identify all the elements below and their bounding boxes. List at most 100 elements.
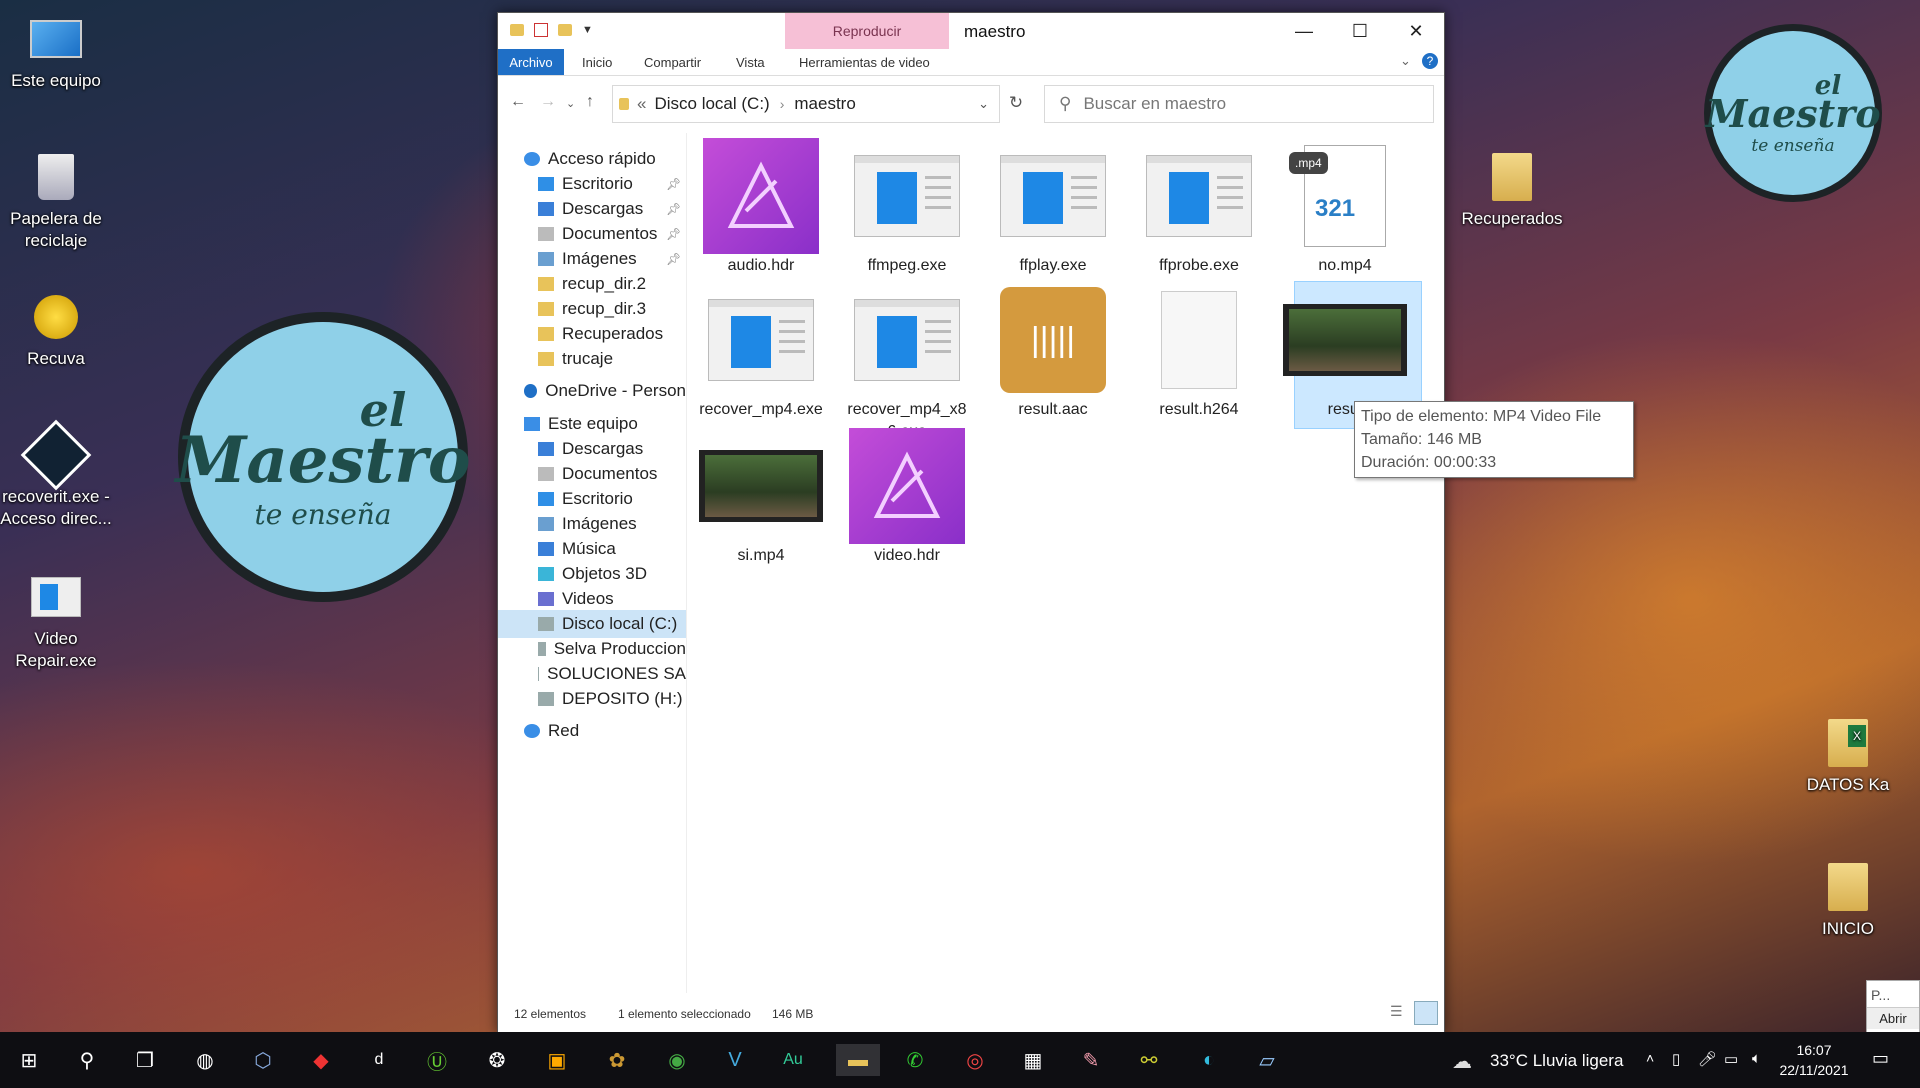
nav-item-recup-dir-3[interactable]: recup_dir.3 <box>498 295 686 323</box>
back-arrow-icon[interactable]: ← <box>510 93 526 111</box>
file-item-ffplay-exe[interactable]: ffplay.exe <box>990 137 1116 277</box>
file-item-resul[interactable]: resul <box>1282 281 1408 421</box>
desktop-icon-right-0[interactable]: Recuperados <box>1456 150 1568 230</box>
recent-chevron-icon[interactable]: ⌄ <box>566 97 575 110</box>
desktop-icon-right-1[interactable]: X DATOS Ka <box>1792 716 1904 796</box>
app-davinci-icon[interactable]: d <box>362 1044 396 1076</box>
forward-arrow-icon[interactable]: → <box>540 93 556 111</box>
app-3d-box-icon[interactable]: ⬡ <box>246 1044 280 1076</box>
nav-item-imágenes[interactable]: Imágenes <box>498 510 686 538</box>
new-folder-icon[interactable] <box>558 24 572 36</box>
calculator-icon[interactable]: ▦ <box>1016 1044 1050 1076</box>
app-ulauncher-icon[interactable]: Ⓤ <box>420 1044 454 1076</box>
maximize-button[interactable]: ☐ <box>1332 13 1388 49</box>
minimize-button[interactable]: — <box>1276 13 1332 49</box>
large-icons-view-icon[interactable] <box>1414 1001 1438 1025</box>
side-popup-open-button[interactable]: Abrir <box>1867 1007 1919 1029</box>
desktop-icon-2[interactable]: Recuva <box>0 290 112 370</box>
tray-device-icon[interactable]: ▯ <box>1672 1050 1680 1068</box>
app-link-icon[interactable]: ⚯ <box>1132 1044 1166 1076</box>
close-button[interactable]: ✕ <box>1388 13 1444 49</box>
nav-item-deposito-h-[interactable]: DEPOSITO (H:) <box>498 685 686 713</box>
nav-item-trucaje[interactable]: trucaje <box>498 345 686 373</box>
app-red-icon[interactable]: ◆ <box>304 1044 338 1076</box>
file-item-si-mp4[interactable]: si.mp4 <box>698 427 824 567</box>
chrome-icon[interactable]: ◉ <box>660 1044 694 1076</box>
nav-item-documentos[interactable]: Documentos <box>498 460 686 488</box>
tray-chevron-icon[interactable]: ˄ <box>1646 1050 1654 1066</box>
nav-item-onedrive-person[interactable]: OneDrive - Person <box>498 377 686 405</box>
file-item-video-hdr[interactable]: video.hdr <box>844 427 970 567</box>
app-paint-icon[interactable]: ✎ <box>1074 1044 1108 1076</box>
ribbon-expand-icon[interactable]: ⌄ <box>1400 53 1411 69</box>
app-vegas-icon[interactable]: V <box>718 1044 752 1076</box>
desktop-icon-0[interactable]: Este equipo <box>0 12 112 92</box>
nav-item-descargas[interactable]: Descargas <box>498 435 686 463</box>
nav-item-descargas[interactable]: Descargas 📌︎ <box>498 195 686 223</box>
nav-item-recup-dir-2[interactable]: recup_dir.2 <box>498 270 686 298</box>
file-item-recover-mp4-exe[interactable]: recover_mp4.exe <box>698 281 824 421</box>
desktop-icon-3[interactable]: recoverit.exe - Acceso direc... <box>0 419 112 530</box>
nav-item-videos[interactable]: Videos <box>498 585 686 613</box>
nav-item-disco-local-c-[interactable]: Disco local (C:) <box>498 610 686 638</box>
file-item-result-h264[interactable]: result.h264 <box>1136 281 1262 421</box>
weather-text[interactable]: 33°C Lluvia ligera <box>1490 1051 1623 1071</box>
nav-item-este-equipo[interactable]: Este equipo <box>498 410 686 438</box>
app-fruit-icon[interactable]: ✿ <box>600 1044 634 1076</box>
file-item-ffmpeg-exe[interactable]: ffmpeg.exe <box>844 137 970 277</box>
tab-herramientas-video[interactable]: Herramientas de video <box>799 55 930 70</box>
desktop-icon-1[interactable]: Papelera de reciclaje <box>0 150 112 252</box>
volume-icon[interactable]: 🔈︎ <box>1752 1050 1761 1067</box>
desktop-icon-right-2[interactable]: INICIO <box>1792 860 1904 940</box>
tab-archivo[interactable]: Archivo <box>498 49 564 75</box>
nav-item-red[interactable]: Red <box>498 717 686 745</box>
task-view-icon[interactable]: ❐ <box>128 1044 162 1076</box>
breadcrumb-disco-local[interactable]: Disco local (C:) <box>654 94 769 114</box>
app-phone-icon[interactable]: ✆ <box>898 1044 932 1076</box>
tab-inicio[interactable]: Inicio <box>582 55 612 70</box>
refresh-button[interactable]: ↻ <box>998 85 1034 121</box>
audition-icon[interactable]: Au <box>776 1044 810 1076</box>
nav-item-objetos-3d[interactable]: Objetos 3D <box>498 560 686 588</box>
search-input[interactable]: ⚲ Buscar en maestro <box>1044 85 1434 123</box>
up-arrow-icon[interactable]: ↑ <box>586 93 594 111</box>
nav-item-escritorio[interactable]: Escritorio 📌︎ <box>498 170 686 198</box>
file-item-recover-mp4-x86-exe[interactable]: recover_mp4_x86.exe <box>844 281 970 443</box>
start-windows-icon[interactable]: ⊞ <box>12 1044 46 1076</box>
nav-item-selva-produccion[interactable]: Selva Produccion <box>498 635 686 663</box>
app-terminal-icon[interactable]: ▣ <box>540 1044 574 1076</box>
context-tab-reproducir[interactable]: Reproducir <box>785 13 949 49</box>
file-item-audio-hdr[interactable]: audio.hdr <box>698 137 824 277</box>
folder-icon[interactable] <box>510 24 524 36</box>
nav-item-imágenes[interactable]: Imágenes 📌︎ <box>498 245 686 273</box>
nav-item-escritorio[interactable]: Escritorio <box>498 485 686 513</box>
search-icon[interactable]: ⚲ <box>70 1044 104 1076</box>
app-notepad-icon[interactable]: ▱ <box>1250 1044 1284 1076</box>
microphone-icon[interactable]: 🎤︎ <box>1698 1050 1717 1068</box>
file-item-ffprobe-exe[interactable]: ffprobe.exe <box>1136 137 1262 277</box>
breadcrumb-maestro[interactable]: maestro <box>794 94 855 114</box>
app-aperture-icon[interactable]: ❂ <box>480 1044 514 1076</box>
nav-item-acceso-rápido[interactable]: Acceso rápido <box>498 145 686 173</box>
tab-compartir[interactable]: Compartir <box>644 55 701 70</box>
nav-item-recuperados[interactable]: Recuperados <box>498 320 686 348</box>
details-view-icon[interactable]: ☰ <box>1390 1003 1403 1020</box>
weather-icon[interactable]: ☁ <box>1452 1049 1472 1074</box>
desktop-icon-4[interactable]: Video Repair.exe <box>0 570 112 672</box>
address-bar[interactable]: « Disco local (C:) › maestro ⌄ <box>612 85 1000 123</box>
tab-vista[interactable]: Vista <box>736 55 765 70</box>
properties-icon[interactable] <box>534 23 548 37</box>
nav-item-documentos[interactable]: Documentos 📌︎ <box>498 220 686 248</box>
chevron-down-icon[interactable]: ▼ <box>582 24 593 36</box>
edge-icon[interactable]: ◐ <box>1192 1044 1226 1076</box>
address-dropdown-icon[interactable]: ⌄ <box>978 96 989 112</box>
app-camera-icon[interactable]: ◎ <box>958 1044 992 1076</box>
nav-item-música[interactable]: Música <box>498 535 686 563</box>
help-icon[interactable]: ? <box>1422 53 1438 69</box>
network-icon[interactable]: ▭ <box>1724 1050 1738 1068</box>
nav-item-soluciones-sa[interactable]: SOLUCIONES SA <box>498 660 686 688</box>
clock[interactable]: 16:07 22/11/2021 <box>1774 1040 1854 1080</box>
notifications-icon[interactable]: ▭ <box>1872 1048 1889 1069</box>
app-disc-icon[interactable]: ◍ <box>188 1044 222 1076</box>
file-item-no-mp4[interactable]: .mp4 321 no.mp4 <box>1282 137 1408 277</box>
